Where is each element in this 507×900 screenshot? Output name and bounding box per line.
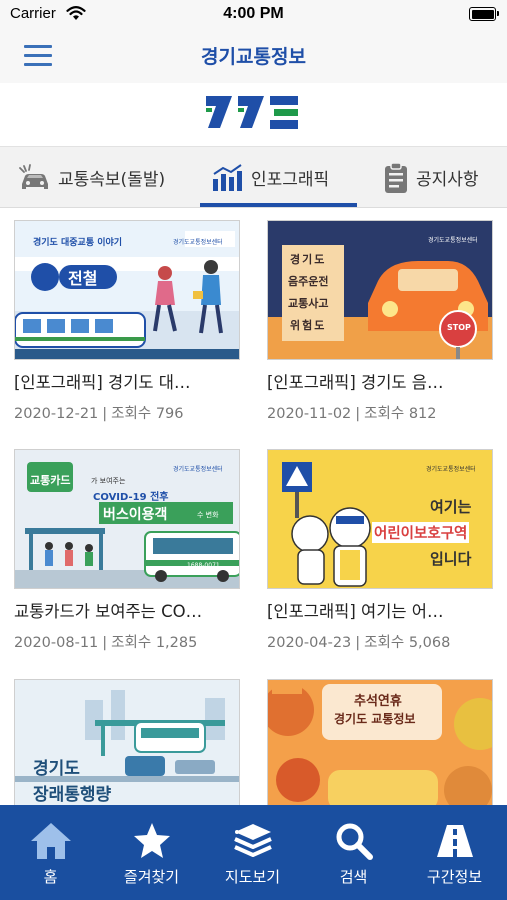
card-views: 812 (408, 406, 437, 422)
card-views-label: 조회수 (111, 635, 152, 651)
bottom-tab-favorites[interactable]: 즐겨찾기 (101, 805, 202, 900)
bottom-tab-search[interactable]: 검색 (303, 805, 404, 900)
thumb-line: 가 보여주는 (91, 477, 126, 485)
infographic-card[interactable]: 경기도 장래통행량 (14, 679, 240, 805)
thumb-line: 장래통행량 (33, 785, 112, 805)
thumb-line: 여기는 (430, 498, 472, 516)
thumb-stop-sign: STOP (447, 323, 471, 332)
road-icon (436, 825, 473, 857)
thumb-line: 추석연휴 (354, 694, 402, 709)
card-views-label: 조회수 (364, 635, 405, 651)
layers-icon (233, 824, 272, 857)
tab-traffic-alert[interactable]: 교통속보(돌발) (18, 147, 165, 208)
nav-bar: 경기교통정보 (0, 28, 507, 83)
bottom-tab-label: 지도보기 (224, 868, 281, 886)
card-date: 2020-08-11 (14, 635, 99, 651)
tab-notice[interactable]: 공지사항 (382, 147, 479, 208)
thumb-line: 교통사고 (288, 297, 329, 310)
tab-label: 교통속보(돌발) (58, 170, 166, 190)
bottom-tab-label: 홈 (43, 868, 58, 886)
card-views: 5,068 (408, 635, 451, 651)
card-meta: 2020-12-21 | 조회수 796 (14, 406, 184, 422)
thumb-line: 음주운전 (288, 275, 329, 288)
thumb-line: 경기도 (290, 253, 327, 266)
thumb-line: 위험도 (290, 319, 327, 332)
thumb-sub: 경기도교통정보센터 (173, 239, 223, 246)
card-title: [인포그래픽] 경기도 음… (267, 373, 444, 392)
card-views-label: 조회수 (111, 406, 152, 422)
thumb-card-text: 교통카드 (30, 474, 71, 487)
card-date: 2020-11-02 (267, 406, 352, 422)
thumb-sub: 경기도교통정보센터 (426, 466, 476, 473)
card-meta: 2020-04-23 | 조회수 5,068 (267, 635, 451, 651)
thumb-sub: 경기도교통정보센터 (428, 237, 478, 244)
card-thumbnail: 교통카드 가 보여주는 COVID-19 전후 버스이용객 수 변화 1688-… (14, 449, 240, 589)
thumb-line: 경기도 교통정보 (334, 712, 416, 726)
thumb-line: 수 변화 (197, 511, 219, 519)
card-views-label: 조회수 (364, 406, 405, 422)
infographic-grid[interactable]: 경기도 대중교통 이야기 전철 경기도교통정보센터 [인포그래픽] 경기도 대…… (0, 208, 507, 805)
card-date: 2020-12-21 (14, 406, 99, 422)
thumb-line: 입니다 (430, 550, 472, 568)
home-icon (30, 823, 71, 859)
bottom-tab-label: 검색 (339, 868, 368, 886)
bottom-tab-bar: 홈 즐겨찾기 지도보기 검색 구간정보 (0, 805, 507, 900)
ggtis-logo (206, 96, 298, 129)
card-thumbnail: 여기는 어린이보호구역 입니다 경기도교통정보센터 (267, 449, 493, 589)
thumb-line: 어린이보호구역 (372, 522, 470, 543)
bottom-tab-map[interactable]: 지도보기 (202, 805, 303, 900)
bottom-tab-label: 구간정보 (426, 868, 483, 886)
card-meta: 2020-08-11 | 조회수 1,285 (14, 635, 198, 651)
car-accident-icon (19, 163, 48, 189)
clock: 4:00 PM (223, 5, 284, 22)
app-screen: Carrier 4:00 PM 경기교통정보 교통속보(돌발) 인포그래픽 공지… (0, 0, 507, 900)
tab-label: 공지사항 (416, 170, 479, 190)
bottom-tab-home[interactable]: 홈 (0, 805, 101, 900)
card-date: 2020-04-23 (267, 635, 352, 651)
bottom-tab-label: 즐겨찾기 (123, 868, 180, 886)
thumb-sub: 경기도교통정보센터 (173, 466, 223, 473)
infographic-card[interactable]: 교통카드 가 보여주는 COVID-19 전후 버스이용객 수 변화 1688-… (14, 449, 240, 652)
card-views: 1,285 (155, 635, 198, 651)
card-title: [인포그래픽] 여기는 어… (267, 602, 444, 621)
bar-chart-icon (213, 163, 242, 191)
infographic-card[interactable]: 여기는 어린이보호구역 입니다 경기도교통정보센터 [인포그래픽] 여기는 어…… (267, 449, 493, 652)
tab-bar: 교통속보(돌발) 인포그래픽 공지사항 (0, 146, 507, 208)
clipboard-icon (385, 161, 407, 193)
active-tab-indicator (200, 203, 357, 207)
thumb-line: 경기도 (33, 759, 80, 779)
battery-icon (469, 7, 499, 21)
thumb-badge: 전철 (68, 269, 98, 288)
thumb-phone: 1688-0071 (187, 562, 220, 569)
card-title: 교통카드가 보여주는 CO… (14, 602, 203, 621)
logo-band (0, 83, 507, 146)
star-icon (133, 823, 170, 858)
tab-label: 인포그래픽 (251, 170, 330, 190)
thumb-line: COVID-19 전후 (93, 492, 169, 503)
infographic-card[interactable]: 추석연휴 경기도 교통정보 (267, 679, 493, 805)
infographic-card[interactable]: 경기도 음주운전 교통사고 위험도 STOP 경기도교통정보센터 [인포그래픽]… (267, 220, 493, 423)
card-thumbnail: 경기도 음주운전 교통사고 위험도 STOP 경기도교통정보센터 (267, 220, 493, 360)
card-thumbnail: 추석연휴 경기도 교통정보 (267, 679, 493, 805)
card-views: 796 (155, 406, 184, 422)
card-thumbnail: 경기도 장래통행량 (14, 679, 240, 805)
card-meta: 2020-11-02 | 조회수 812 (267, 406, 437, 422)
bottom-tab-section-info[interactable]: 구간정보 (404, 805, 505, 900)
card-title: [인포그래픽] 경기도 대… (14, 373, 191, 392)
thumb-line: 버스이용객 (103, 507, 168, 523)
tab-infographic[interactable]: 인포그래픽 (211, 147, 329, 208)
thumb-headline: 경기도 대중교통 이야기 (33, 238, 123, 248)
card-thumbnail: 경기도 대중교통 이야기 전철 경기도교통정보센터 (14, 220, 240, 360)
infographic-card[interactable]: 경기도 대중교통 이야기 전철 경기도교통정보센터 [인포그래픽] 경기도 대…… (14, 220, 240, 423)
search-icon (336, 823, 373, 860)
page-title: 경기교통정보 (201, 46, 306, 68)
status-bar: Carrier 4:00 PM (0, 0, 507, 28)
